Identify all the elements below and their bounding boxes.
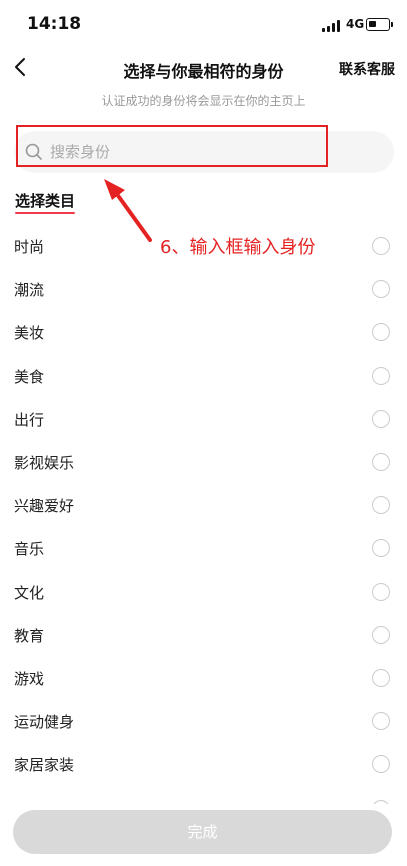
network-label: 4G [346,17,365,31]
radio-button[interactable] [372,582,390,601]
radio-button[interactable] [372,366,390,385]
annotation-highlight-box [16,125,328,167]
category-item-label: 音乐 [14,540,45,559]
category-item[interactable]: 时尚 [0,224,407,267]
category-item-label: 潮流 [14,281,45,300]
category-item[interactable]: 潮流 [0,267,407,310]
battery-icon [366,18,393,31]
category-item[interactable]: 美妆 [0,310,407,353]
page-subtitle: 认证成功的身份将会显示在你的主页上 [101,94,306,108]
radio-button[interactable] [372,668,390,687]
category-item[interactable]: 美食 [0,354,407,397]
radio-button[interactable] [372,280,390,299]
category-item[interactable]: 影视娱乐 [0,440,407,483]
radio-button[interactable] [372,237,390,255]
radio-button[interactable] [372,452,390,471]
category-item-label: 运动健身 [14,713,75,732]
status-bar: 14:18 4G [0,0,407,50]
category-item[interactable]: 音乐 [0,526,407,569]
footer-bar: 完成 [0,804,407,866]
category-item-label: 时尚 [14,238,45,256]
category-item[interactable]: 文化 [0,570,407,613]
signal-icon [322,20,342,32]
radio-button[interactable] [372,409,390,428]
done-button[interactable]: 完成 [13,810,392,854]
category-item[interactable]: 兴趣爱好 [0,483,407,526]
status-time: 14:18 [27,14,82,34]
radio-button[interactable] [372,625,390,644]
category-list: 时尚 潮流 美妆 美食 出行 影视娱乐 兴趣爱好 音乐 文化 教育 游戏 运动健… [0,224,407,785]
radio-button[interactable] [372,496,390,515]
category-item-label: 家居家装 [14,756,75,775]
category-title: 选择类目 [15,192,76,210]
radio-button[interactable] [372,755,390,774]
category-item-label: 美食 [14,367,45,386]
customer-service-button[interactable]: 联系客服 [339,59,395,79]
category-item[interactable]: 教育 [0,613,407,656]
category-item[interactable]: 游戏 [0,656,407,699]
radio-button[interactable] [372,539,390,558]
category-item-label: 兴趣爱好 [14,497,75,516]
category-item[interactable]: 出行 [0,397,407,440]
radio-button[interactable] [372,712,390,731]
category-item-label: 教育 [14,626,45,645]
category-item-label: 游戏 [14,669,45,688]
category-underline [15,212,75,214]
category-item[interactable]: 家居家装 [0,742,407,785]
category-item-label: 影视娱乐 [14,453,75,472]
category-item-label: 美妆 [14,324,45,343]
category-item[interactable]: 运动健身 [0,699,407,742]
category-item-label: 文化 [14,583,45,602]
category-item-label: 出行 [14,410,45,429]
radio-button[interactable] [372,323,390,342]
